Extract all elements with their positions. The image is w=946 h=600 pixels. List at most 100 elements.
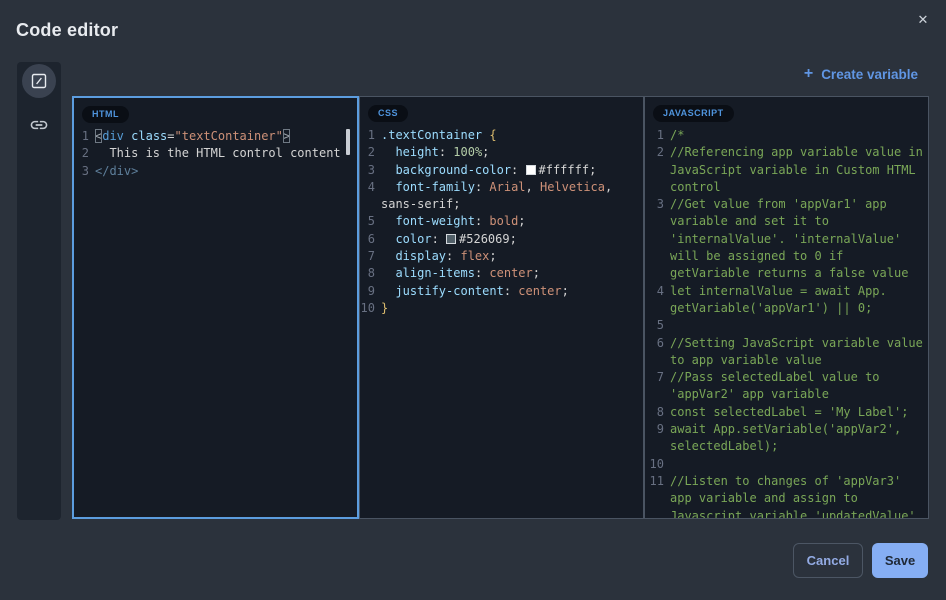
badge-row: JAVASCRIPT (645, 97, 928, 126)
code-text: align-items: center; (381, 265, 540, 282)
code-text: //Listen to changes of 'appVar3' (670, 473, 901, 490)
code-text: getVariable returns a false value (670, 265, 908, 282)
code-line: control (645, 179, 928, 196)
code-text: <div class="textContainer"> (95, 128, 290, 145)
save-button[interactable]: Save (872, 543, 928, 578)
code-line: 8 align-items: center; (360, 265, 643, 282)
cancel-button[interactable]: Cancel (793, 543, 863, 578)
line-number (645, 300, 664, 317)
scrollbar-thumb[interactable] (346, 129, 350, 155)
line-number (645, 438, 664, 455)
line-number (645, 508, 664, 519)
line-number: 2 (74, 145, 89, 162)
code-text: .textContainer { (381, 127, 497, 144)
code-line: 'internalValue'. 'internalValue' (645, 231, 928, 248)
line-number: 4 (645, 283, 664, 300)
code-text: sans-serif; (381, 196, 460, 213)
close-button[interactable]: ✕ (912, 9, 934, 31)
code-editor-dialog: Code editor ✕ + Create variable (0, 0, 946, 600)
code-line: variable and set it to (645, 213, 928, 230)
dialog-title: Code editor (16, 20, 118, 41)
language-badge-javascript: JAVASCRIPT (653, 105, 734, 122)
line-number: 3 (645, 196, 664, 213)
create-variable-button[interactable]: + Create variable (804, 66, 918, 82)
code-text: getVariable('appVar1') || 0; (670, 300, 872, 317)
plus-icon: + (804, 66, 813, 82)
code-line: 2 This is the HTML control content (74, 145, 357, 162)
color-swatch[interactable] (526, 165, 536, 175)
square-slash-icon (31, 73, 47, 89)
code-text: } (381, 300, 388, 317)
code-line: JavaScript variable in Custom HTML (645, 162, 928, 179)
color-swatch[interactable] (446, 234, 456, 244)
code-line: 1/* (645, 127, 928, 144)
code-line: 4 font-family: Arial, Helvetica, (360, 179, 643, 196)
code-text: will be assigned to 0 if (670, 248, 843, 265)
code-text: background-color: #ffffff; (381, 162, 596, 179)
editor-panel-javascript[interactable]: JAVASCRIPT 1/*2//Referencing app variabl… (644, 96, 929, 519)
code-line: 5 font-weight: bold; (360, 213, 643, 230)
line-number (645, 213, 664, 230)
code-text: selectedLabel); (670, 438, 778, 455)
line-number: 5 (360, 213, 375, 230)
code-area-javascript[interactable]: 1/*2//Referencing app variable value inJ… (645, 126, 928, 519)
line-number: 8 (645, 404, 664, 421)
line-number: 1 (360, 127, 375, 144)
code-text: //Referencing app variable value in (670, 144, 923, 161)
language-badge-css: CSS (368, 105, 408, 122)
code-line: 7 display: flex; (360, 248, 643, 265)
code-text: 'internalValue'. 'internalValue' (670, 231, 901, 248)
line-number: 10 (360, 300, 375, 317)
line-number: 3 (74, 163, 89, 180)
line-number: 1 (645, 127, 664, 144)
code-text: variable and set it to (670, 213, 829, 230)
code-text: 'appVar2' app variable (670, 386, 829, 403)
code-line: 10} (360, 300, 643, 317)
line-number (645, 386, 664, 403)
code-text: //Pass selectedLabel value to (670, 369, 880, 386)
editor-sidebar (17, 62, 61, 520)
line-number: 3 (360, 162, 375, 179)
line-number: 8 (360, 265, 375, 282)
line-number: 9 (645, 421, 664, 438)
code-line: to app variable value (645, 352, 928, 369)
code-line: 2//Referencing app variable value in (645, 144, 928, 161)
code-line: 9 await App.setVariable('appVar2', (645, 421, 928, 438)
code-line: 2 height: 100%; (360, 144, 643, 161)
code-line: 1<div class="textContainer"> (74, 128, 357, 145)
line-number: 2 (360, 144, 375, 161)
line-number (645, 352, 664, 369)
code-text: font-weight: bold; (381, 213, 526, 230)
code-text: await App.setVariable('appVar2', (670, 421, 901, 438)
chain-link-icon (29, 115, 49, 135)
code-text: height: 100%; (381, 144, 489, 161)
code-text: display: flex; (381, 248, 497, 265)
sidebar-item-variable-link[interactable] (22, 108, 56, 142)
code-text: const selectedLabel = 'My Label'; (670, 404, 908, 421)
code-line: Javascript variable 'updatedValue' (645, 508, 928, 519)
code-line: sans-serif; (360, 196, 643, 213)
line-number: 11 (645, 473, 664, 490)
editor-panel-css[interactable]: CSS 1.textContainer {2 height: 100%;3 ba… (359, 96, 644, 519)
code-line: 11 //Listen to changes of 'appVar3' (645, 473, 928, 490)
badge-row: HTML (74, 98, 357, 127)
editor-panel-html[interactable]: HTML 1<div class="textContainer">2 This … (72, 96, 359, 519)
language-badge-html: HTML (82, 106, 129, 123)
code-text: font-family: Arial, Helvetica, (381, 179, 612, 196)
code-text: justify-content: center; (381, 283, 569, 300)
sidebar-item-code-editor[interactable] (22, 64, 56, 98)
code-area-css[interactable]: 1.textContainer {2 height: 100%;3 backgr… (360, 126, 643, 317)
code-line: 9 justify-content: center; (360, 283, 643, 300)
code-line: 6//Setting JavaScript variable value (645, 335, 928, 352)
code-line: selectedLabel); (645, 438, 928, 455)
create-variable-label: Create variable (821, 67, 918, 82)
code-line: 5 (645, 317, 928, 334)
code-text: let internalValue = await App. (670, 283, 887, 300)
line-number (645, 490, 664, 507)
code-line: 1 .textContainer { (360, 127, 643, 144)
line-number (645, 231, 664, 248)
line-number (360, 196, 375, 213)
editor-panels: HTML 1<div class="textContainer">2 This … (72, 96, 929, 519)
line-number: 10 (645, 456, 664, 473)
code-area-html[interactable]: 1<div class="textContainer">2 This is th… (74, 127, 357, 180)
